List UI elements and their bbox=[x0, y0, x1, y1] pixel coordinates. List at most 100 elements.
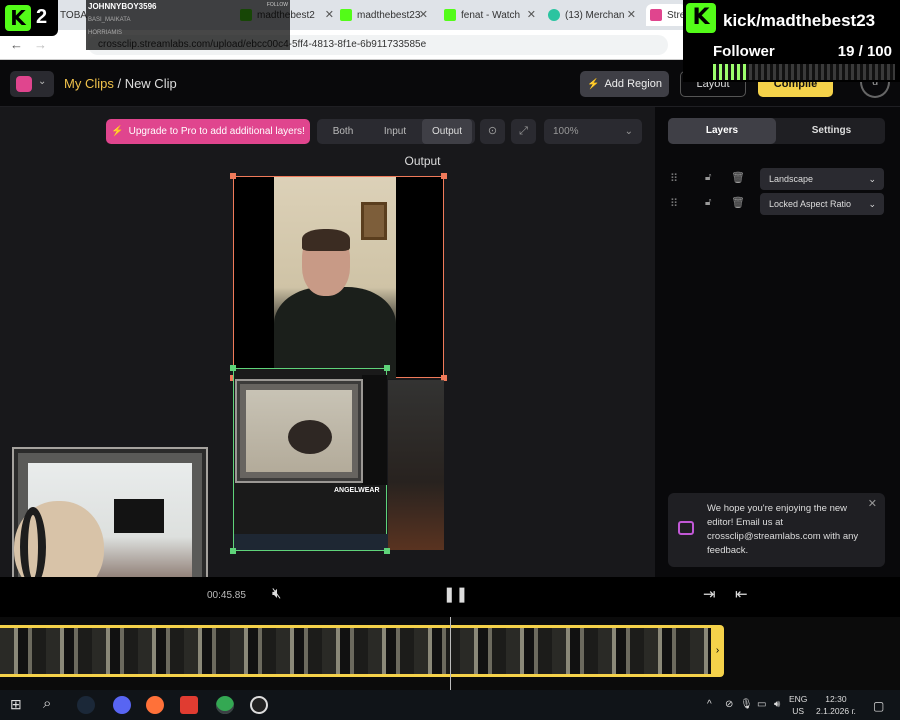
layer-type-select[interactable]: Landscape ⌄ bbox=[760, 168, 884, 190]
chevron-down-icon: ⌄ bbox=[868, 199, 876, 209]
headset bbox=[20, 507, 46, 587]
windows-taskbar: ⊞ ⌕ ^ ⊘ 🎙︎ ▭ 🔊︎ ENG US 12:30 2.1.2026 г.… bbox=[0, 690, 900, 720]
resize-handle[interactable] bbox=[384, 548, 390, 554]
toast-message: We hope you're enjoying the new editor! … bbox=[707, 503, 859, 556]
zoom-select[interactable]: 100% ⌄ bbox=[544, 119, 642, 144]
feedback-toast: We hope you're enjoying the new editor! … bbox=[668, 493, 885, 567]
kick-logo-icon: K bbox=[686, 3, 716, 33]
add-region-button[interactable]: ⚡ Add Region bbox=[580, 71, 669, 97]
trash-icon[interactable]: 🗑︎ bbox=[731, 171, 745, 184]
view-mode-toggle: Both Input Output bbox=[317, 119, 475, 144]
chrome-icon[interactable] bbox=[216, 696, 234, 714]
steam-icon[interactable] bbox=[77, 696, 95, 714]
browser-tab-active[interactable]: Strea bbox=[646, 4, 686, 26]
expand-icon[interactable]: ⤢ bbox=[511, 119, 536, 144]
tab-layers[interactable]: Layers bbox=[668, 118, 776, 144]
search-icon[interactable]: ⌕ bbox=[43, 695, 51, 712]
windows-start-icon[interactable]: ⊞ bbox=[10, 696, 22, 713]
follower-goal-label: Follower bbox=[713, 43, 775, 60]
mute-icon[interactable]: 🔇︎ bbox=[272, 585, 281, 602]
playhead[interactable] bbox=[450, 617, 451, 690]
chevron-down-icon: ⌄ bbox=[38, 76, 47, 87]
breadcrumb-current: New Clip bbox=[124, 76, 177, 91]
upgrade-pro-button[interactable]: ⚡ Upgrade to Pro to add additional layer… bbox=[106, 119, 310, 144]
resize-handle[interactable] bbox=[230, 365, 236, 371]
discord-icon[interactable] bbox=[113, 696, 131, 714]
notification-icon[interactable]: ▢ bbox=[873, 699, 884, 713]
resize-handle[interactable] bbox=[230, 548, 236, 554]
view-mode-output[interactable]: Output bbox=[422, 119, 472, 144]
output-region-landscape[interactable] bbox=[230, 173, 447, 381]
layer-row: ⠿ 🔓︎ 🗑︎ Locked Aspect Ratio ⌄ bbox=[655, 193, 900, 215]
chat-bubble-icon bbox=[678, 521, 694, 535]
breadcrumb-separator: / bbox=[113, 76, 125, 91]
close-tab-icon[interactable]: ✕ bbox=[627, 8, 636, 21]
stream-overlay-text: ANGELWEAR bbox=[334, 487, 380, 494]
resize-handle[interactable] bbox=[441, 173, 447, 179]
tab-settings[interactable]: Settings bbox=[778, 118, 885, 144]
lock-icon[interactable]: 🔓︎ bbox=[705, 172, 711, 183]
kick-channel-name: kick/madthebest23 bbox=[723, 11, 876, 30]
player-controls: 00:45.85 🔇︎ ❚❚ ⇥ ⇤ bbox=[0, 577, 900, 617]
chevron-down-icon: ⌄ bbox=[868, 174, 876, 184]
volume-icon[interactable]: 🔊︎ bbox=[774, 699, 780, 710]
ea-app-icon[interactable] bbox=[180, 696, 198, 714]
firefox-icon[interactable] bbox=[146, 696, 164, 714]
obs-icon[interactable] bbox=[250, 696, 268, 714]
app-switcher-button[interactable]: ⌄ bbox=[10, 71, 54, 97]
layers-panel: Layers Settings ⠿ 🔓︎ 🗑︎ Landscape ⌄ ⠿ 🔓︎… bbox=[655, 107, 900, 577]
back-arrow-icon[interactable]: ← bbox=[10, 37, 23, 52]
wall-picture bbox=[361, 202, 387, 240]
chevron-down-icon: ⌄ bbox=[624, 126, 633, 137]
resize-handle[interactable] bbox=[230, 173, 236, 179]
language-indicator[interactable]: ENG US bbox=[789, 693, 807, 717]
lock-icon[interactable]: 🔓︎ bbox=[705, 197, 711, 208]
kick-follower-goal-overlay: K kick/madthebest23 Follower 19 / 100 bbox=[683, 0, 900, 82]
trash-icon[interactable]: 🗑︎ bbox=[731, 196, 745, 209]
follower-goal-progress-fill bbox=[713, 64, 748, 80]
pause-icon[interactable]: ❚❚ bbox=[443, 585, 468, 603]
drag-handle-icon[interactable]: ⠿ bbox=[670, 197, 678, 210]
webcam-video bbox=[246, 390, 352, 472]
streamlabs-favicon-icon bbox=[650, 9, 662, 21]
viewer-head bbox=[288, 420, 332, 454]
microphone-icon[interactable]: 🎙︎ bbox=[740, 699, 753, 710]
monitor-icon[interactable]: ▭ bbox=[757, 699, 766, 710]
close-tab-icon[interactable]: ✕ bbox=[419, 8, 428, 21]
chat-row: HORRIAMIS bbox=[88, 30, 123, 36]
webcam-frame-overlay bbox=[235, 379, 363, 483]
drag-handle-icon[interactable]: ⠿ bbox=[670, 172, 678, 185]
chat-row: BASI_MAIKATA bbox=[88, 17, 131, 23]
lightning-icon: ⚡ bbox=[587, 78, 600, 90]
layer-row: ⠿ 🔓︎ 🗑︎ Landscape ⌄ bbox=[655, 168, 900, 190]
kick-logo-icon: K bbox=[5, 5, 31, 31]
layer-type-select[interactable]: Locked Aspect Ratio ⌄ bbox=[760, 193, 884, 215]
trim-start-icon[interactable]: ⇤ bbox=[735, 585, 748, 603]
resize-handle[interactable] bbox=[384, 365, 390, 371]
timeline-thumbnail-strip[interactable] bbox=[0, 625, 713, 677]
view-mode-both[interactable]: Both bbox=[323, 119, 363, 144]
browser-tab[interactable]: madthebest23 ✕ bbox=[340, 4, 432, 26]
focus-frame-icon[interactable]: ⊙ bbox=[480, 119, 505, 144]
close-tab-icon[interactable]: ✕ bbox=[527, 8, 536, 21]
timecode: 00:45.85 bbox=[207, 590, 246, 601]
browser-tab[interactable]: fenat - Watch ✕ bbox=[444, 4, 540, 26]
timeline: › bbox=[0, 617, 900, 690]
chevron-up-icon[interactable]: ^ bbox=[707, 699, 712, 710]
breadcrumb: My Clips / New Clip bbox=[64, 76, 177, 91]
forward-arrow-icon[interactable]: → bbox=[34, 37, 47, 52]
trim-handle-right[interactable]: › bbox=[711, 625, 724, 677]
system-clock[interactable]: 12:30 2.1.2026 г. bbox=[816, 693, 856, 717]
close-icon[interactable]: ✕ bbox=[868, 497, 877, 510]
network-icon[interactable]: ⊘ bbox=[725, 699, 733, 710]
output-region-locked-aspect[interactable]: ANGELWEAR bbox=[230, 365, 390, 554]
close-tab-icon[interactable]: ✕ bbox=[325, 8, 334, 21]
background-tv bbox=[114, 499, 164, 533]
breadcrumb-my-clips[interactable]: My Clips bbox=[64, 76, 114, 91]
view-mode-input[interactable]: Input bbox=[373, 119, 417, 144]
browser-tab[interactable]: (13) Merchan ✕ bbox=[548, 4, 640, 26]
trim-end-icon[interactable]: ⇥ bbox=[703, 585, 716, 603]
kick-favicon-icon bbox=[340, 9, 352, 21]
follower-goal-count: 19 / 100 bbox=[837, 43, 892, 60]
streamer-torso bbox=[274, 287, 396, 379]
